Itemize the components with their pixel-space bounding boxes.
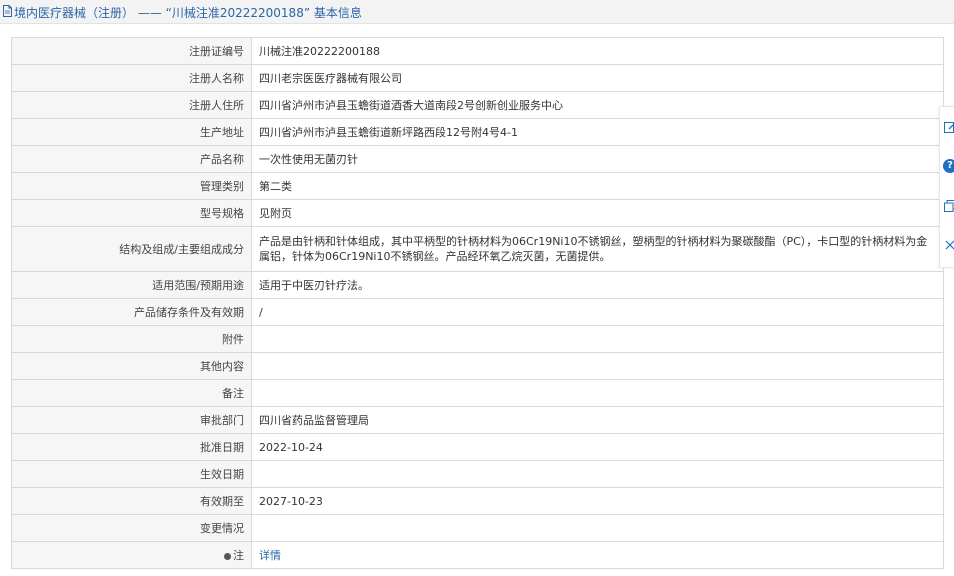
table-row: 适用范围/预期用途 适用于中医刃针疗法。: [11, 271, 944, 299]
table-row: 备注: [11, 379, 944, 407]
field-label: 型号规格: [11, 199, 252, 227]
field-value: 2027-10-23: [251, 487, 944, 515]
info-table: 注册证编号 川械注准20222200188 注册人名称 四川老宗医医疗器械有限公司 注册…: [11, 37, 944, 569]
field-label: 产品名称: [11, 145, 252, 173]
field-value: [251, 379, 944, 407]
field-label: 管理类别: [11, 172, 252, 200]
field-label: 其他内容: [11, 352, 252, 380]
field-label: 注册人住所: [11, 91, 252, 119]
table-row: 注册人住所 四川省泸州市泸县玉蟾街道酒香大道南段2号创新创业服务中心: [11, 91, 944, 119]
table-row: 其他内容: [11, 352, 944, 380]
detail-link[interactable]: 详情: [259, 549, 281, 562]
field-label: 变更情况: [11, 514, 252, 542]
table-row: 生产地址 四川省泸州市泸县玉蟾街道新坪路西段12号附4号4-1: [11, 118, 944, 146]
field-label: 适用范围/预期用途: [11, 271, 252, 299]
bullet-icon: [224, 552, 231, 560]
field-value: 一次性使用无菌刃针: [251, 145, 944, 173]
field-value: [251, 514, 944, 542]
info-table-body: 注册证编号 川械注准20222200188 注册人名称 四川老宗医医疗器械有限公司 注册…: [11, 37, 944, 569]
page-title: 境内医疗器械（注册） —— “川械注准20222200188” 基本信息: [14, 6, 362, 20]
table-row: 生效日期: [11, 460, 944, 488]
table-row: 管理类别 第二类: [11, 172, 944, 200]
field-value: 四川省泸州市泸县玉蟾街道酒香大道南段2号创新创业服务中心: [251, 91, 944, 119]
table-row: 型号规格 见附页: [11, 199, 944, 227]
field-value: [251, 352, 944, 380]
field-value: 四川老宗医医疗器械有限公司: [251, 64, 944, 92]
field-value: 四川省泸州市泸县玉蟾街道新坪路西段12号附4号4-1: [251, 118, 944, 146]
help-icon[interactable]: ?: [943, 159, 954, 173]
field-value: 产品是由针柄和针体组成，其中平柄型的针柄材料为06Cr19Ni10不锈钢丝，塑柄…: [251, 226, 944, 272]
table-row: 审批部门 四川省药品监督管理局: [11, 406, 944, 434]
field-value: 第二类: [251, 172, 944, 200]
close-icon[interactable]: [943, 238, 954, 252]
table-row: 有效期至 2027-10-23: [11, 487, 944, 515]
table-row: 注册证编号 川械注准20222200188: [11, 37, 944, 65]
note-label-cell: 注: [11, 541, 252, 569]
field-value: [251, 325, 944, 353]
field-label: 生效日期: [11, 460, 252, 488]
field-value: 四川省药品监督管理局: [251, 406, 944, 434]
field-value: 见附页: [251, 199, 944, 227]
field-value: [251, 460, 944, 488]
field-label: 有效期至: [11, 487, 252, 515]
field-value: 川械注准20222200188: [251, 37, 944, 65]
field-label: 附件: [11, 325, 252, 353]
table-row: 产品储存条件及有效期 /: [11, 298, 944, 326]
table-row: 变更情况: [11, 514, 944, 542]
table-row: 批准日期 2022-10-24: [11, 433, 944, 461]
field-label: 审批部门: [11, 406, 252, 434]
table-row-note: 注 详情: [11, 541, 944, 569]
table-row: 产品名称 一次性使用无菌刃针: [11, 145, 944, 173]
field-label: 注册证编号: [11, 37, 252, 65]
edit-icon[interactable]: [943, 120, 954, 134]
note-value: 详情: [251, 541, 944, 569]
table-row: 注册人名称 四川老宗医医疗器械有限公司: [11, 64, 944, 92]
field-label: 生产地址: [11, 118, 252, 146]
floating-toolbar: ?: [939, 106, 954, 268]
field-label: 注册人名称: [11, 64, 252, 92]
document-icon: [3, 5, 12, 17]
table-row: 结构及组成/主要组成成分 产品是由针柄和针体组成，其中平柄型的针柄材料为06Cr1…: [11, 226, 944, 272]
field-label: 结构及组成/主要组成成分: [11, 226, 252, 272]
copy-icon[interactable]: [943, 199, 954, 213]
note-label: 注: [233, 548, 244, 562]
field-label: 批准日期: [11, 433, 252, 461]
field-value: /: [251, 298, 944, 326]
table-row: 附件: [11, 325, 944, 353]
field-label: 备注: [11, 379, 252, 407]
field-value: 适用于中医刃针疗法。: [251, 271, 944, 299]
page-header: 境内医疗器械（注册） —— “川械注准20222200188” 基本信息: [0, 0, 954, 24]
field-value: 2022-10-24: [251, 433, 944, 461]
field-label: 产品储存条件及有效期: [11, 298, 252, 326]
